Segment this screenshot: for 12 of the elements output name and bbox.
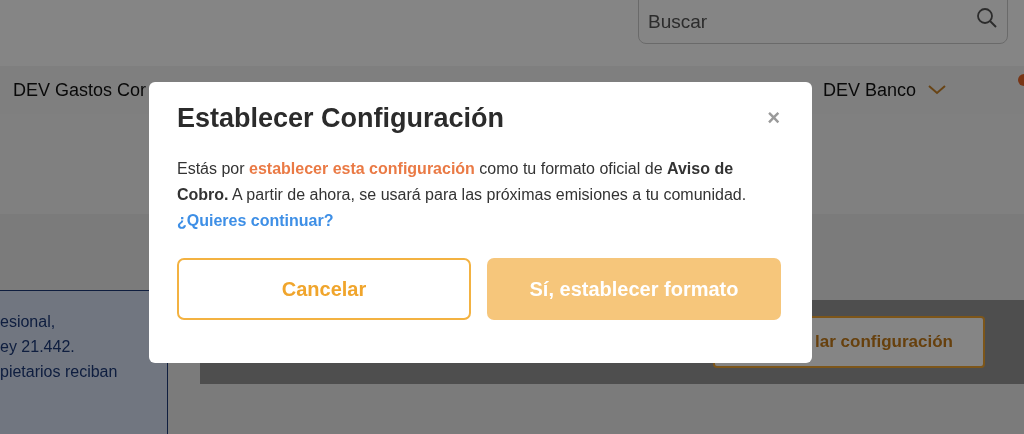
cancel-button[interactable]: Cancelar	[177, 258, 471, 321]
info-box: esional, ey 21.442. pietarios reciban	[0, 290, 168, 434]
modal-title: Establecer Configuración	[177, 102, 505, 135]
confirm-button[interactable]: Sí, establecer formato	[487, 258, 781, 321]
search-icon	[976, 7, 998, 29]
nav-item[interactable]: DEV Gastos Cor	[13, 76, 147, 104]
close-button[interactable]: ×	[763, 107, 784, 130]
nav-item[interactable]: DEV Banco	[822, 76, 916, 104]
modal-message: Estás por establecer esta configuración como tu formato oficial de Aviso de Cobro. A partir de ahora, se usará para las próximas emisiones a tu comunidad. ¿Quieres continuar?	[177, 159, 748, 232]
continue-link[interactable]: ¿Quieres continuar?	[177, 212, 334, 230]
chevron-down-icon	[928, 85, 946, 95]
search-field[interactable]: Buscar	[638, 0, 1008, 44]
